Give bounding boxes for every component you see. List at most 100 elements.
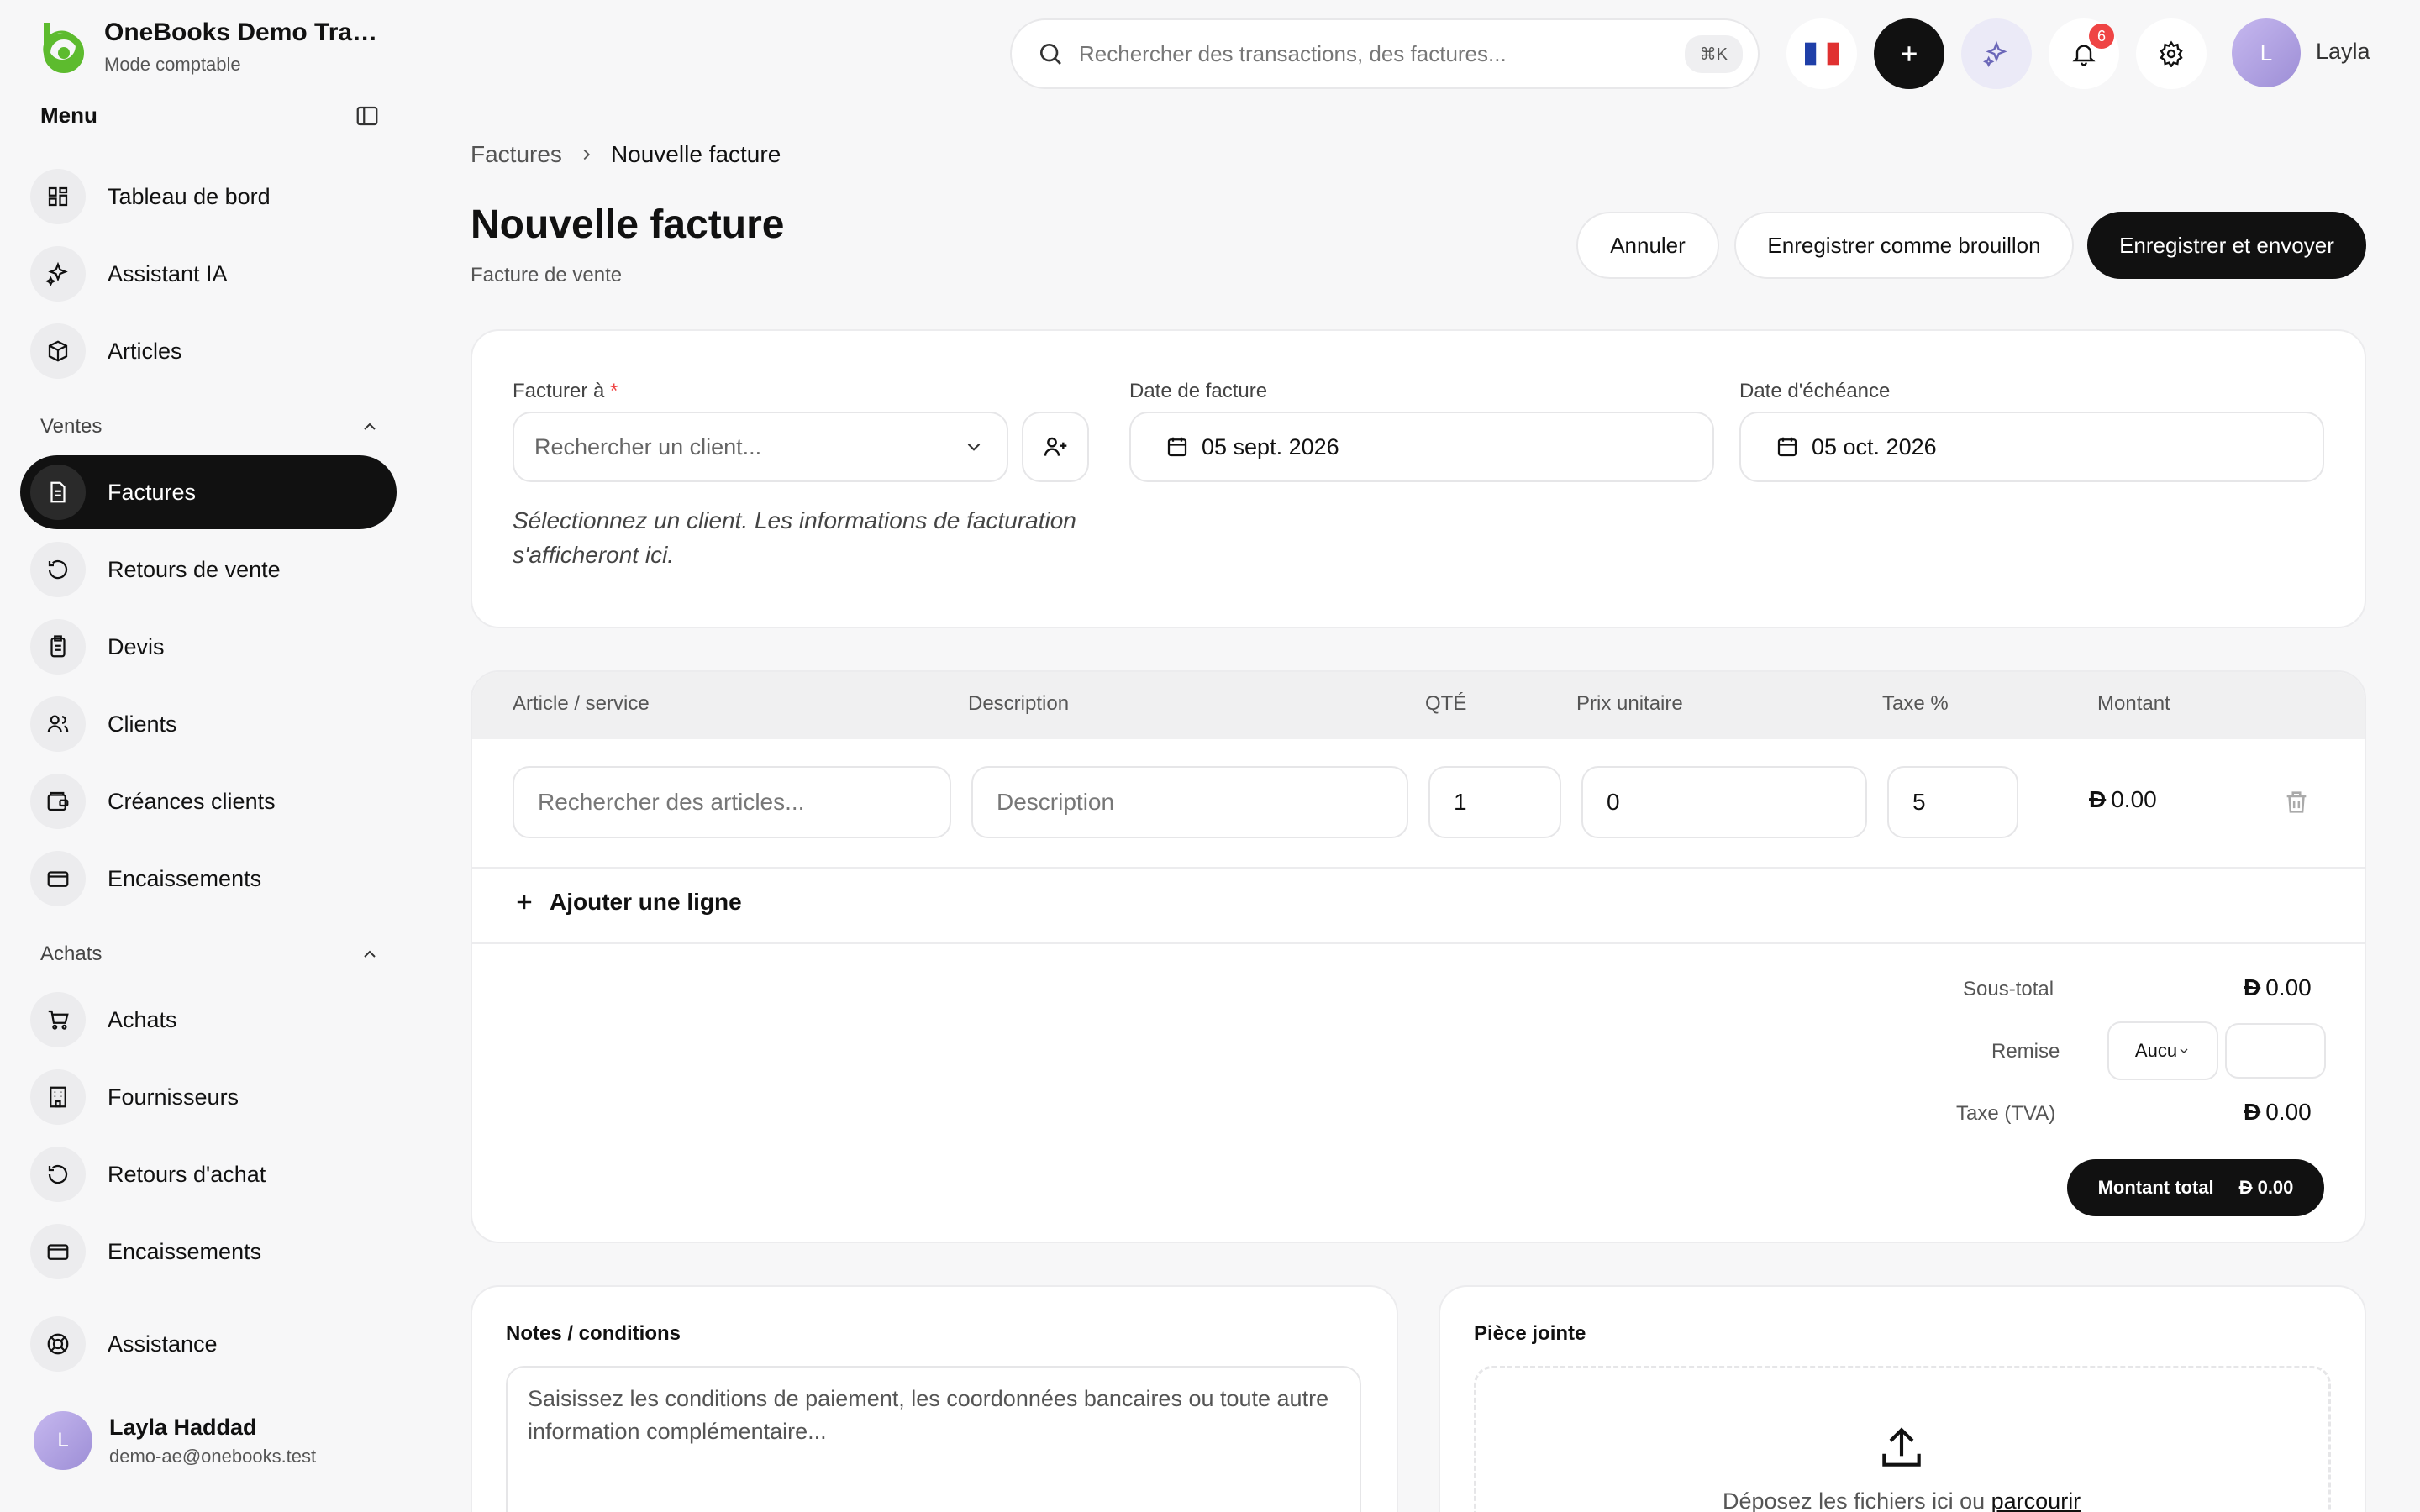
- line-items-header: [472, 672, 2365, 739]
- chevron-down-icon: [967, 443, 981, 451]
- page-subtitle: Facture de vente: [471, 264, 623, 286]
- sidebar-item-label: Clients: [108, 711, 177, 737]
- divider: [472, 942, 2365, 944]
- sparkles-icon: [1983, 40, 2007, 67]
- plus-icon: [1902, 46, 1917, 61]
- sidebar-item-purchase-returns[interactable]: Retours d'achat: [20, 1137, 397, 1211]
- rotate-ccw-icon: [30, 542, 86, 597]
- upload-icon: [1882, 1427, 1921, 1467]
- client-hint: Sélectionnez un client. Les informations…: [513, 507, 1076, 568]
- add-client-button[interactable]: [1022, 412, 1089, 482]
- divider: [472, 867, 2365, 869]
- section-sales-label: Ventes: [40, 415, 103, 438]
- user-profile[interactable]: L Layla Haddad demo-ae@onebooks.test: [34, 1411, 316, 1470]
- column-header-tax: Taxe %: [1882, 692, 1949, 715]
- column-header-description: Description: [968, 692, 1070, 715]
- sidebar-item-quotes[interactable]: Devis: [20, 610, 397, 684]
- sidebar: OneBooks Demo Tradin... Mode comptable M…: [0, 0, 412, 1512]
- sidebar-item-clients[interactable]: Clients: [20, 687, 397, 761]
- sidebar-item-dashboard[interactable]: Tableau de bord: [20, 160, 397, 234]
- brand[interactable]: OneBooks Demo Tradin... Mode comptable: [34, 18, 390, 76]
- sidebar-item-articles[interactable]: Articles: [20, 314, 397, 388]
- company-name: OneBooks Demo Tradin...: [104, 18, 390, 46]
- column-header-unit-price: Prix unitaire: [1576, 692, 1683, 715]
- notes-textarea[interactable]: Saisissez les conditions de paiement, le…: [506, 1366, 1361, 1512]
- trash-icon[interactable]: [2282, 788, 2311, 816]
- section-purchases-label: Achats: [40, 942, 103, 965]
- due-date-label: Date d'échéance: [1739, 380, 1891, 402]
- avatar: L: [34, 1411, 92, 1470]
- global-search[interactable]: Rechercher des transactions, des facture…: [1010, 18, 1760, 89]
- breadcrumb-current: Nouvelle facture: [610, 141, 781, 167]
- sidebar-item-payments[interactable]: Encaissements: [20, 1215, 397, 1289]
- unit-price-input[interactable]: 0: [1581, 766, 1867, 838]
- sidebar-toggle-icon[interactable]: [355, 103, 380, 129]
- cancel-button[interactable]: Annuler: [1576, 212, 1719, 279]
- search-input[interactable]: Rechercher des transactions, des facture…: [1079, 41, 1685, 67]
- menu-title: Menu: [40, 102, 97, 128]
- sidebar-item-receivables[interactable]: Créances clients: [20, 764, 397, 838]
- settings-button[interactable]: [2136, 18, 2207, 89]
- qty-input[interactable]: 1: [1428, 766, 1561, 838]
- avatar[interactable]: L: [2232, 18, 2301, 87]
- browse-link[interactable]: parcourir: [1991, 1488, 2081, 1512]
- column-header-article: Article / service: [513, 692, 650, 715]
- sidebar-item-collections[interactable]: Encaissements: [20, 842, 397, 916]
- attachment-title: Pièce jointe: [1474, 1322, 1586, 1345]
- save-draft-button[interactable]: Enregistrer comme brouillon: [1734, 212, 2074, 279]
- chevron-up-icon: [364, 950, 376, 958]
- sidebar-item-label: Articles: [108, 338, 182, 364]
- bill-to-label: Facturer à *: [513, 380, 618, 402]
- article-search-input[interactable]: Rechercher des articles...: [513, 766, 951, 838]
- chevron-right-icon: [583, 149, 590, 160]
- sparkles-icon: [30, 246, 86, 302]
- add-line-label: Ajouter une ligne: [550, 889, 742, 915]
- sidebar-item-label: Tableau de bord: [108, 183, 271, 209]
- client-select[interactable]: Rechercher un client...: [513, 412, 1008, 482]
- user-short-name[interactable]: Layla: [2316, 39, 2370, 65]
- invoice-icon: [30, 465, 86, 520]
- tax-percent-input[interactable]: 5: [1887, 766, 2018, 838]
- notifications-button[interactable]: 6: [2049, 18, 2119, 89]
- discount-type-select[interactable]: Aucu: [2107, 1021, 2218, 1080]
- description-input[interactable]: Description: [971, 766, 1408, 838]
- clipboard-icon: [30, 619, 86, 675]
- sidebar-item-purchases[interactable]: Achats: [20, 983, 397, 1057]
- sidebar-item-support[interactable]: Assistance: [20, 1307, 397, 1381]
- cart-icon: [30, 992, 86, 1047]
- sidebar-item-label: Fournisseurs: [108, 1084, 239, 1110]
- sidebar-item-label: Encaissements: [108, 865, 262, 891]
- sidebar-item-suppliers[interactable]: Fournisseurs: [20, 1060, 397, 1134]
- dropzone-text: Déposez les fichiers ici ou parcourir: [1723, 1488, 2081, 1512]
- section-purchases-header[interactable]: Achats: [40, 942, 380, 966]
- invoice-date-label: Date de facture: [1129, 380, 1268, 402]
- create-button[interactable]: [1874, 18, 1944, 89]
- line-items-card: [471, 670, 2366, 1243]
- sidebar-item-invoices[interactable]: Factures: [20, 455, 397, 529]
- chevron-up-icon: [364, 423, 376, 430]
- gear-icon: [2160, 40, 2183, 67]
- language-button[interactable]: [1786, 18, 1857, 89]
- chevron-down-icon: [2180, 1048, 2188, 1053]
- users-icon: [30, 696, 86, 752]
- invoice-date-input[interactable]: 05 sept. 2026: [1129, 412, 1714, 482]
- tax-value: Đ 0.00: [2244, 1099, 2312, 1125]
- sidebar-item-label: Achats: [108, 1006, 177, 1032]
- invoice-date-value: 05 sept. 2026: [1202, 433, 1339, 459]
- section-sales-header[interactable]: Ventes: [40, 415, 380, 438]
- breadcrumb-parent[interactable]: Factures: [471, 141, 562, 168]
- wallet-icon: [30, 774, 86, 829]
- discount-value-input[interactable]: [2225, 1023, 2326, 1079]
- page-title: Nouvelle facture: [471, 202, 785, 247]
- sidebar-item-ai-assistant[interactable]: Assistant IA: [20, 237, 397, 311]
- sidebar-item-label: Encaissements: [108, 1238, 262, 1264]
- due-date-input[interactable]: 05 oct. 2026: [1739, 412, 2324, 482]
- client-placeholder: Rechercher un client...: [534, 433, 762, 459]
- tax-label: Taxe (TVA): [1956, 1102, 2056, 1125]
- package-icon: [30, 323, 86, 379]
- add-line-button[interactable]: Ajouter une ligne: [513, 889, 742, 916]
- search-shortcut: ⌘K: [1684, 34, 1743, 73]
- ai-assistant-button[interactable]: [1961, 18, 2032, 89]
- save-and-send-button[interactable]: Enregistrer et envoyer: [2087, 212, 2366, 279]
- sidebar-item-sales-returns[interactable]: Retours de vente: [20, 533, 397, 606]
